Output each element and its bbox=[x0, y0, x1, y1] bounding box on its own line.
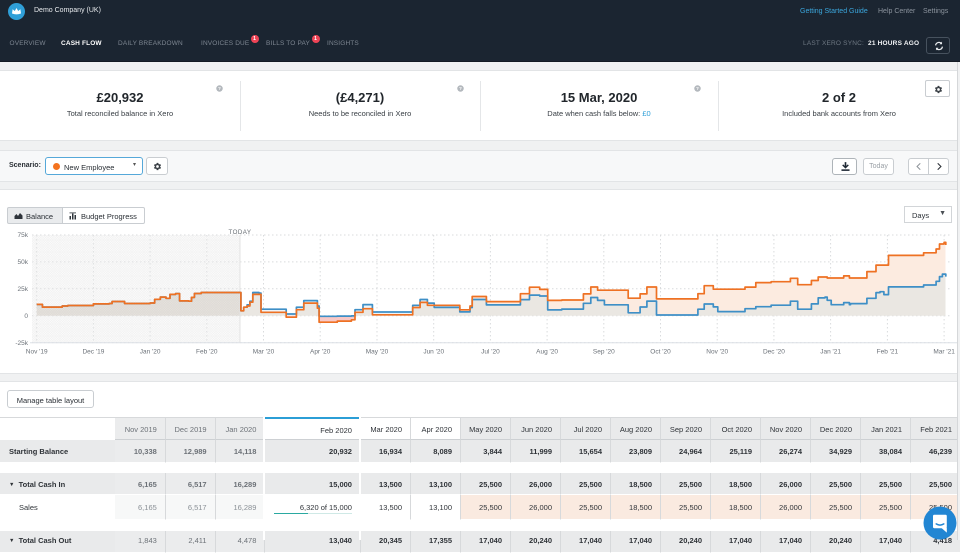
svg-text:Sep '20: Sep '20 bbox=[593, 349, 615, 356]
svg-text:Aug '20: Aug '20 bbox=[536, 349, 558, 356]
svg-text:Nov '19: Nov '19 bbox=[26, 349, 48, 356]
svg-text:Feb '21: Feb '21 bbox=[877, 349, 899, 356]
svg-text:Jul '20: Jul '20 bbox=[481, 349, 500, 356]
svg-text:Apr '20: Apr '20 bbox=[310, 349, 331, 356]
svg-text:50k: 50k bbox=[18, 259, 29, 266]
svg-text:Feb '20: Feb '20 bbox=[196, 349, 218, 356]
svg-text:Dec '19: Dec '19 bbox=[82, 349, 104, 356]
svg-text:Mar '21: Mar '21 bbox=[933, 349, 955, 356]
svg-text:Dec '20: Dec '20 bbox=[763, 349, 785, 356]
svg-text:0: 0 bbox=[24, 313, 28, 320]
svg-text:Nov '20: Nov '20 bbox=[706, 349, 728, 356]
svg-text:75k: 75k bbox=[18, 232, 29, 239]
svg-text:Jan '20: Jan '20 bbox=[140, 349, 161, 356]
svg-text:Jun '20: Jun '20 bbox=[423, 349, 444, 356]
svg-text:Mar '20: Mar '20 bbox=[253, 349, 275, 356]
svg-text:Oct '20: Oct '20 bbox=[650, 349, 671, 356]
svg-text:Jan '21: Jan '21 bbox=[820, 349, 841, 356]
svg-text:-25k: -25k bbox=[15, 340, 28, 347]
svg-text:TODAY: TODAY bbox=[229, 229, 252, 236]
svg-text:25k: 25k bbox=[18, 286, 29, 293]
svg-text:May '20: May '20 bbox=[366, 349, 389, 356]
